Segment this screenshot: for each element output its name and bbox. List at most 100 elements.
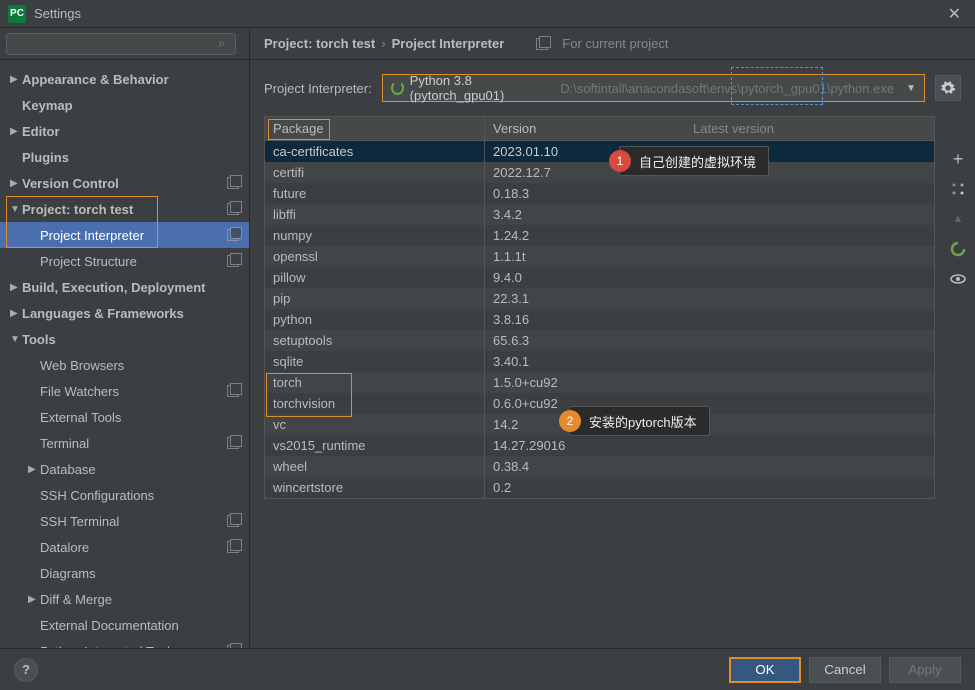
sidebar-item-external-documentation[interactable]: ▶External Documentation <box>0 612 249 638</box>
sidebar-item-terminal[interactable]: ▶Terminal <box>0 430 249 456</box>
table-row[interactable]: libffi3.4.2 <box>265 204 934 225</box>
cell-package: numpy <box>265 224 485 247</box>
table-row[interactable]: wincertstore0.2 <box>265 477 934 498</box>
add-package-button[interactable]: + <box>945 146 971 172</box>
upgrade-package-button[interactable]: ▲ <box>945 206 971 232</box>
refresh-button[interactable] <box>945 236 971 262</box>
sidebar-item-python-integrated-tools[interactable]: ▶Python Integrated Tools <box>0 638 249 648</box>
interpreter-settings-button[interactable] <box>935 75 961 101</box>
table-row[interactable]: openssl1.1.1t <box>265 246 934 267</box>
ok-button[interactable]: OK <box>729 657 801 683</box>
cell-latest <box>685 400 934 408</box>
sidebar: ⌕ ▶Appearance & Behavior▶Keymap▶Editor▶P… <box>0 28 250 648</box>
interpreter-name: Python 3.8 (pytorch_gpu01) <box>410 73 555 103</box>
copy-icon <box>227 203 239 215</box>
sidebar-item-label: External Documentation <box>40 618 249 633</box>
cell-latest <box>685 379 934 387</box>
expand-arrow-icon: ▶ <box>10 74 22 85</box>
table-row[interactable]: pip22.3.1 <box>265 288 934 309</box>
sidebar-item-label: Web Browsers <box>40 358 249 373</box>
copy-icon <box>227 541 239 553</box>
help-button[interactable]: ? <box>14 658 38 682</box>
expand-arrow-icon: ▶ <box>28 594 40 605</box>
sidebar-item-ssh-terminal[interactable]: ▶SSH Terminal <box>0 508 249 534</box>
settings-tree: ▶Appearance & Behavior▶Keymap▶Editor▶Plu… <box>0 60 249 648</box>
expand-arrow-icon: ▶ <box>10 126 22 137</box>
table-row[interactable]: setuptools65.6.3 <box>265 330 934 351</box>
table-row[interactable]: ca-certificates2023.01.10 <box>265 141 934 162</box>
table-row[interactable]: pillow9.4.0 <box>265 267 934 288</box>
expand-arrow-icon: ▼ <box>10 204 22 215</box>
interpreter-select[interactable]: Python 3.8 (pytorch_gpu01) D:\softintall… <box>382 74 925 102</box>
sidebar-item-diff-merge[interactable]: ▶Diff & Merge <box>0 586 249 612</box>
expand-arrow-icon: ▶ <box>10 282 22 293</box>
breadcrumb-project[interactable]: Project: torch test <box>264 36 375 51</box>
table-row[interactable]: sqlite3.40.1 <box>265 351 934 372</box>
table-row[interactable]: future0.18.3 <box>265 183 934 204</box>
cell-version: 3.8.16 <box>485 308 685 331</box>
copy-icon <box>227 645 239 648</box>
column-version[interactable]: Version <box>485 117 685 140</box>
cell-version: 9.4.0 <box>485 266 685 289</box>
table-row[interactable]: python3.8.16 <box>265 309 934 330</box>
cancel-button[interactable]: Cancel <box>809 657 881 683</box>
table-row[interactable]: vs2015_runtime14.27.29016 <box>265 435 934 456</box>
sidebar-item-project-torch-test[interactable]: ▼Project: torch test <box>0 196 249 222</box>
cell-latest <box>685 421 934 429</box>
sidebar-item-database[interactable]: ▶Database <box>0 456 249 482</box>
interpreter-label: Project Interpreter: <box>264 81 372 96</box>
sidebar-item-file-watchers[interactable]: ▶File Watchers <box>0 378 249 404</box>
show-early-releases-button[interactable] <box>945 266 971 292</box>
close-icon[interactable]: ✕ <box>942 4 967 24</box>
sidebar-item-ssh-configurations[interactable]: ▶SSH Configurations <box>0 482 249 508</box>
sidebar-item-datalore[interactable]: ▶Datalore <box>0 534 249 560</box>
sidebar-item-label: Version Control <box>22 176 227 191</box>
copy-icon <box>227 177 239 189</box>
cell-version: 0.38.4 <box>485 455 685 478</box>
interpreter-path: D:\softintall\anacondasoft\envs\pytorch_… <box>560 81 894 96</box>
table-header[interactable]: Package Version Latest version <box>264 116 935 140</box>
cell-package: torch <box>265 371 485 394</box>
column-latest[interactable]: Latest version <box>685 117 934 140</box>
sidebar-item-build-execution-deployment[interactable]: ▶Build, Execution, Deployment <box>0 274 249 300</box>
sidebar-item-appearance-behavior[interactable]: ▶Appearance & Behavior <box>0 66 249 92</box>
sidebar-item-label: Plugins <box>22 150 249 165</box>
sidebar-item-web-browsers[interactable]: ▶Web Browsers <box>0 352 249 378</box>
sidebar-item-plugins[interactable]: ▶Plugins <box>0 144 249 170</box>
sidebar-item-label: SSH Configurations <box>40 488 249 503</box>
cell-version: 0.2 <box>485 476 685 499</box>
search-input[interactable] <box>6 33 236 55</box>
sidebar-item-external-tools[interactable]: ▶External Tools <box>0 404 249 430</box>
table-row[interactable]: numpy1.24.2 <box>265 225 934 246</box>
column-package[interactable]: Package <box>265 117 485 140</box>
main-panel: Project: torch test › Project Interprete… <box>250 28 975 648</box>
copy-icon <box>536 38 548 50</box>
sidebar-item-project-interpreter[interactable]: ▶Project Interpreter <box>0 222 249 248</box>
apply-button[interactable]: Apply <box>889 657 961 683</box>
sidebar-item-label: Diff & Merge <box>40 592 249 607</box>
callout-badge-1: 1 <box>609 150 631 172</box>
sidebar-item-project-structure[interactable]: ▶Project Structure <box>0 248 249 274</box>
cell-package: openssl <box>265 245 485 268</box>
sidebar-item-label: Project: torch test <box>22 202 227 217</box>
expand-arrow-icon: ▶ <box>10 308 22 319</box>
sidebar-item-languages-frameworks[interactable]: ▶Languages & Frameworks <box>0 300 249 326</box>
packages-table: Package Version Latest version ca-certif… <box>264 116 935 638</box>
sidebar-item-version-control[interactable]: ▶Version Control <box>0 170 249 196</box>
sidebar-item-diagrams[interactable]: ▶Diagrams <box>0 560 249 586</box>
sidebar-item-label: Keymap <box>22 98 249 113</box>
cell-latest <box>685 295 934 303</box>
cell-package: vc <box>265 413 485 436</box>
sidebar-item-tools[interactable]: ▼Tools <box>0 326 249 352</box>
table-row[interactable]: certifi2022.12.7 <box>265 162 934 183</box>
sidebar-item-keymap[interactable]: ▶Keymap <box>0 92 249 118</box>
table-row[interactable]: wheel0.38.4 <box>265 456 934 477</box>
cell-version: 0.18.3 <box>485 182 685 205</box>
sidebar-item-label: Editor <box>22 124 249 139</box>
cell-latest <box>685 358 934 366</box>
copy-icon <box>227 437 239 449</box>
remove-package-button[interactable] <box>945 176 971 202</box>
cell-version: 22.3.1 <box>485 287 685 310</box>
table-row[interactable]: torch1.5.0+cu92 <box>265 372 934 393</box>
sidebar-item-editor[interactable]: ▶Editor <box>0 118 249 144</box>
